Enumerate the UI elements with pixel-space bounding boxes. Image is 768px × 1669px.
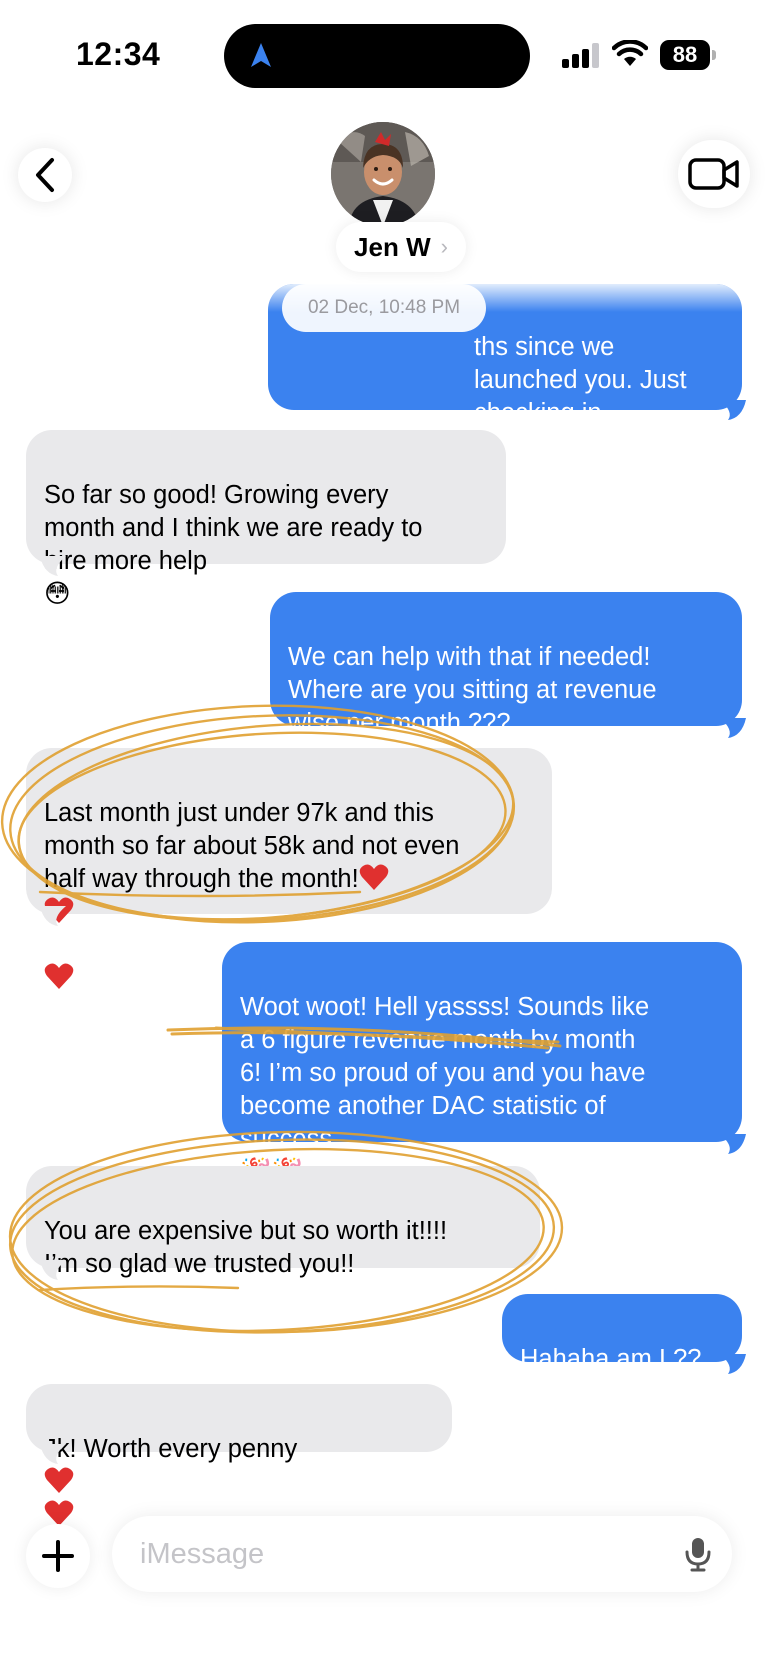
message-text: You are expensive but so worth it!!!! I’… [44,1217,448,1278]
plus-icon [42,1540,74,1572]
bubble-tail [40,906,66,926]
bubble-tail [40,1444,66,1464]
heart-emoji [359,864,388,890]
heart-emoji [44,1467,74,1493]
message-text: So far so good! Growing every month and … [44,481,423,575]
video-call-button[interactable] [678,140,750,208]
status-time: 12:34 [76,36,161,72]
heart-emoji [44,1500,74,1526]
message-bubble-outgoing[interactable]: We can help with that if needed! Where a… [270,592,742,737]
cellular-signal-icon [562,42,602,68]
bubble-tail [720,1354,746,1374]
message-text: Jk! Worth every penny [44,1435,298,1463]
microphone-icon[interactable] [684,1536,712,1572]
battery-level: 88 [660,40,710,70]
message-bubble-incoming[interactable]: So far so good! Growing every month and … [26,430,506,609]
flushed-face-emoji: 😳 [44,579,71,609]
video-camera-icon [688,158,739,190]
message-timestamp: 02 Dec, 10:48 PM [282,284,486,332]
add-attachment-button[interactable] [26,1524,90,1588]
wifi-icon [612,40,648,66]
message-bubble-incoming[interactable]: Jk! Worth every penny [26,1384,452,1526]
bubble-tail [40,556,66,576]
bubble-tail [720,1134,746,1154]
location-arrow-icon [251,43,271,67]
message-text: Hahaha am I ?? [520,1345,702,1373]
message-bubble-outgoing[interactable]: Hahaha am I ?? [502,1294,742,1373]
message-text: Last month just under 97k and this month… [44,799,460,893]
message-text: Woot woot! Hell yassss! Sounds like a 6 … [240,993,650,1153]
heart-emoji [44,963,74,989]
dynamic-island [224,24,530,88]
bubble-tail [40,1260,66,1280]
contact-photo [331,122,435,226]
message-text: We can help with that if needed! Where a… [288,643,657,737]
status-bar: 12:34 88 [0,0,768,110]
chevron-left-icon [36,158,54,192]
message-bubble-incoming[interactable]: Last month just under 97k and this month… [26,748,552,989]
imessage-input[interactable] [112,1516,732,1592]
battery-icon: 88 [660,40,716,70]
contact-name: Jen W [354,231,431,262]
message-bubble-incoming[interactable]: You are expensive but so worth it!!!! I’… [26,1166,540,1278]
message-bubble-outgoing[interactable]: Woot woot! Hell yassss! Sounds like a 6 … [222,942,742,1187]
bubble-tail [720,718,746,738]
message-text: ths since we launched you. Just checking… [474,333,687,493]
back-button[interactable] [18,148,72,202]
contact-name-button[interactable]: Jen W › [336,222,466,272]
avatar[interactable] [331,122,435,226]
bubble-tail [720,400,746,420]
chevron-right-icon: › [440,234,448,259]
